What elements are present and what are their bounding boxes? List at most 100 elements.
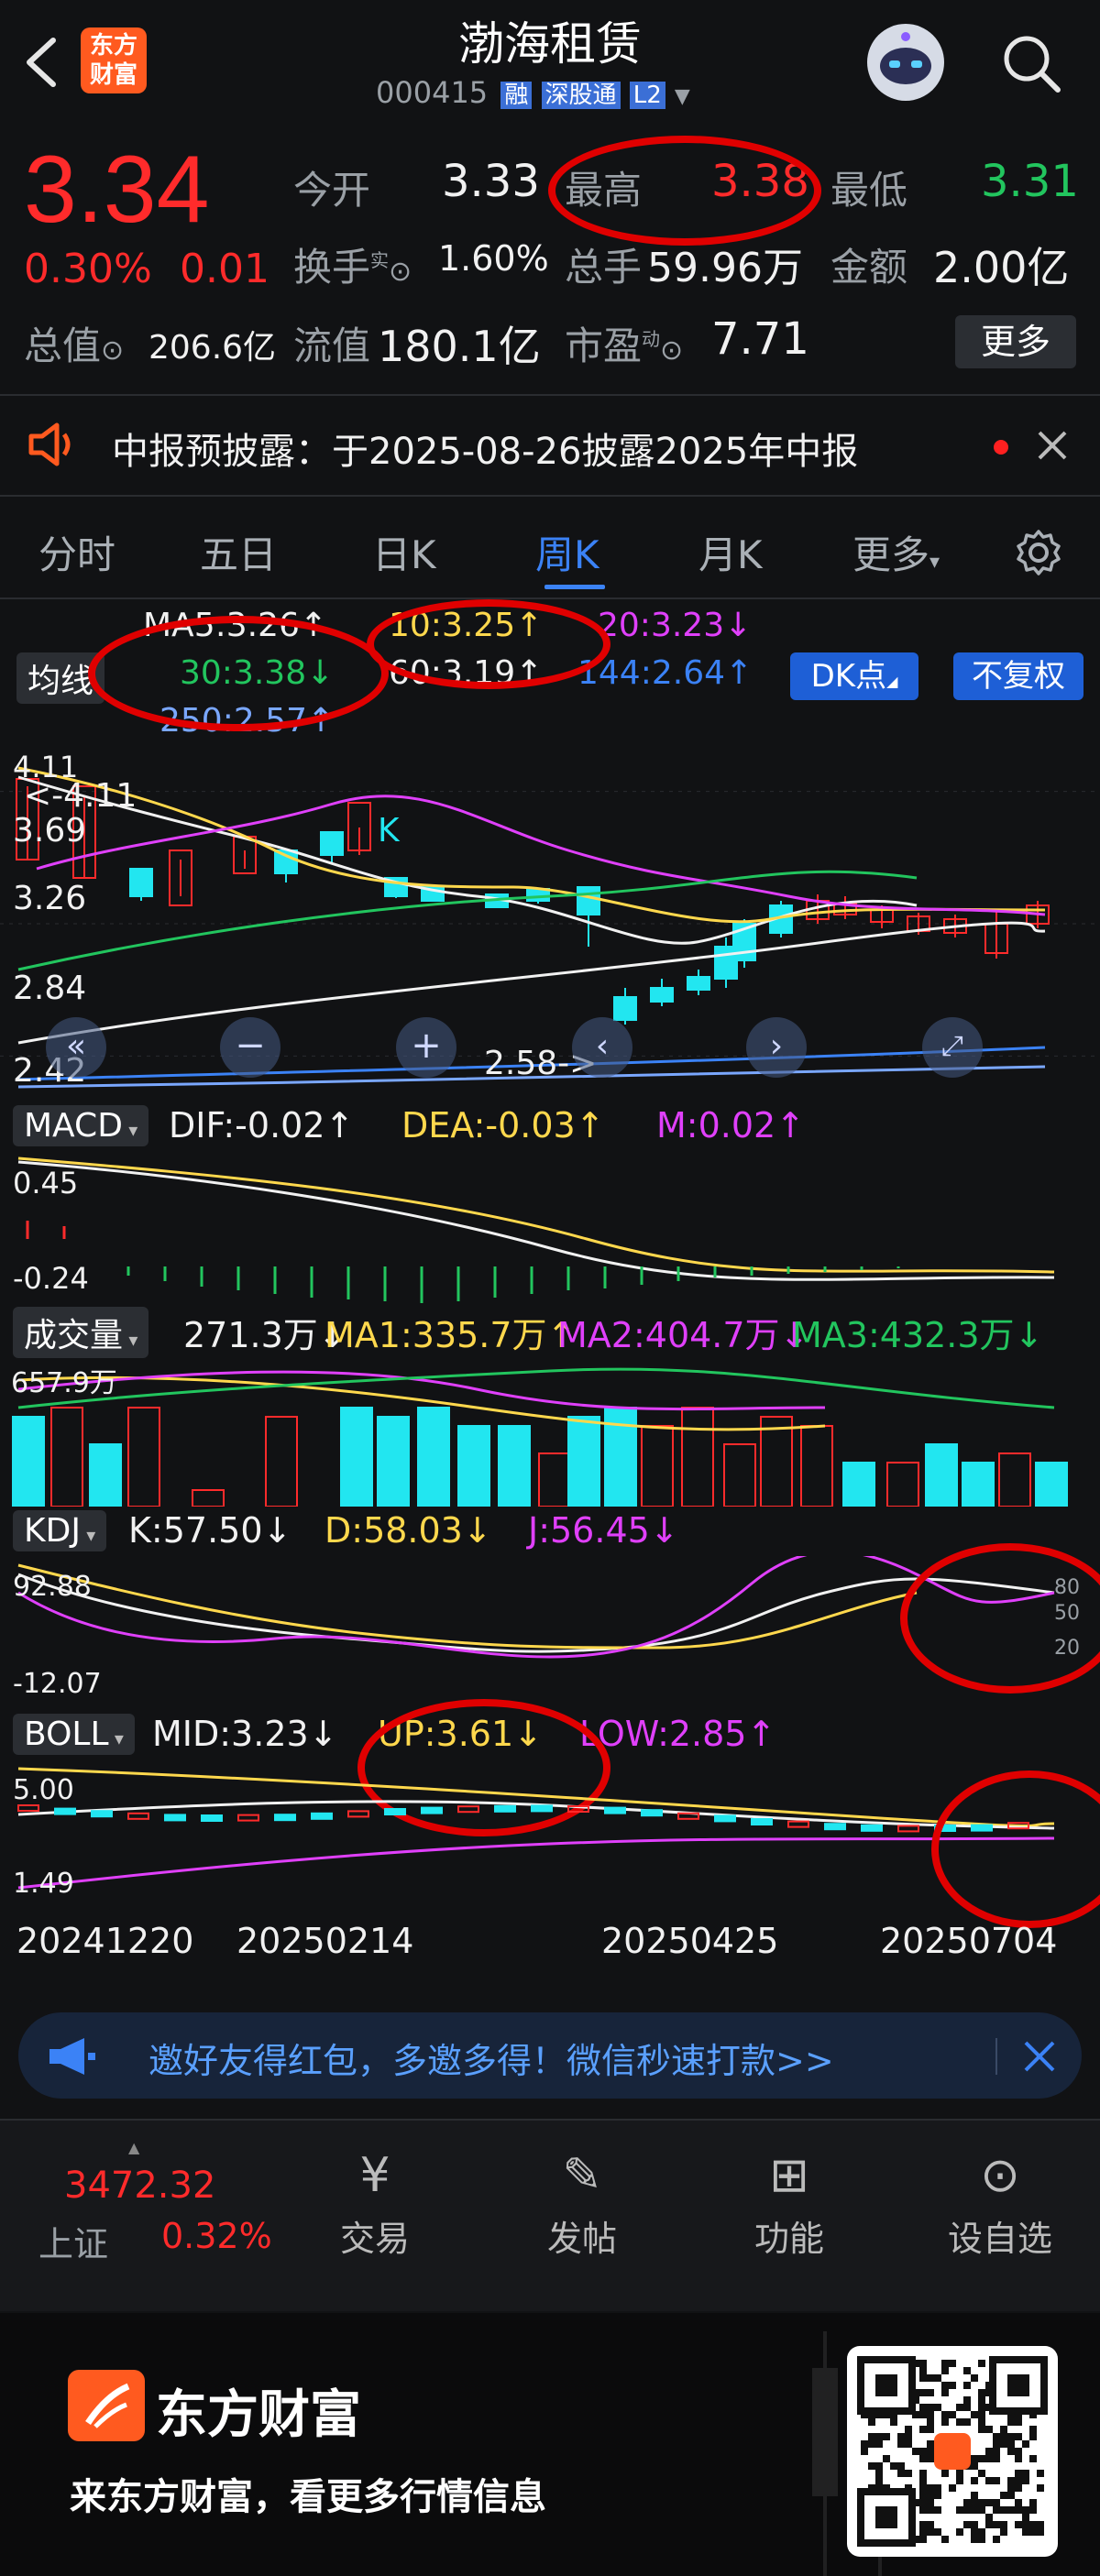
qr-module — [956, 2528, 963, 2536]
tab-weekly-k[interactable]: 周K — [535, 524, 600, 580]
caret-down-icon: ▾ — [123, 1329, 138, 1351]
qr-module — [905, 2440, 912, 2448]
boll-candle — [54, 1807, 76, 1815]
dk-button[interactable]: DK点◢ — [790, 652, 918, 700]
kline-chart[interactable]: 4.11 3.69 3.26 2.84 2.42 <-4.11 2.58-> K… — [0, 750, 1100, 1098]
candle-body — [687, 976, 710, 991]
notice-bar[interactable]: 中报预披露：于2025-08-26披露2025年中报 — [0, 403, 1100, 486]
qr-module — [883, 2455, 890, 2462]
fuquan-button[interactable]: 不复权 — [953, 652, 1084, 700]
volume-label: 总手 — [565, 245, 643, 290]
qr-module — [919, 2389, 927, 2396]
qr-module — [927, 2389, 934, 2396]
ma-line — [17, 921, 1046, 1045]
qr-code[interactable] — [847, 2346, 1058, 2557]
close-icon[interactable] — [1021, 2038, 1058, 2075]
qr-module — [971, 2499, 978, 2506]
tab-monthly-k[interactable]: 月K — [698, 524, 763, 580]
qr-module — [912, 2448, 919, 2455]
top-header: 东方 财富 渤海租赁 000415 融 深股通 L2 ▼ — [0, 0, 1100, 133]
qr-module — [919, 2448, 927, 2455]
volume-bar — [886, 1462, 919, 1507]
qr-module — [1022, 2514, 1029, 2521]
qr-module — [919, 2360, 927, 2367]
index-widget[interactable]: ▲ 3472.32 上证 0.32% — [0, 2121, 275, 2311]
qr-module — [934, 2374, 941, 2382]
kdj-d: D:58.03↓ — [324, 1510, 492, 1551]
qr-module — [993, 2506, 1000, 2514]
qr-module — [934, 2528, 941, 2536]
qr-module — [971, 2477, 978, 2484]
stock-code: 000415 — [376, 75, 489, 110]
badge-sgt: 深股通 — [541, 82, 621, 109]
back-icon[interactable] — [20, 35, 60, 90]
zoom-in-button[interactable]: + — [396, 1017, 456, 1078]
qr-module — [978, 2528, 985, 2536]
promo-divider — [996, 2038, 997, 2075]
qr-module — [985, 2521, 993, 2528]
scroll-left-button[interactable]: « — [46, 1017, 106, 1078]
volume-bar — [127, 1407, 160, 1507]
macd-selector[interactable]: MACD ▾ — [13, 1105, 149, 1146]
settings-gear-icon[interactable] — [1012, 526, 1065, 579]
qr-module — [1015, 2448, 1022, 2455]
volume-bar — [962, 1462, 995, 1507]
qr-module — [919, 2367, 927, 2374]
kdj-selector[interactable]: KDJ ▾ — [13, 1510, 107, 1551]
qr-module — [985, 2426, 993, 2433]
qr-module — [875, 2470, 883, 2477]
volume-bar — [377, 1416, 410, 1507]
tab-five-day[interactable]: 五日 — [200, 524, 277, 580]
nav-add-watchlist[interactable]: ⊙ 设自选 — [931, 2148, 1069, 2286]
volume-ma3: MA3:432.3万↓ — [792, 1315, 1044, 1355]
amount-value: 2.00亿 — [933, 243, 1070, 292]
nav-post[interactable]: ✎ 发帖 — [522, 2148, 642, 2286]
change-value: 0.01 — [180, 246, 270, 292]
qr-module — [971, 2455, 978, 2462]
qr-module — [927, 2404, 934, 2411]
tab-daily-k[interactable]: 日K — [372, 524, 436, 580]
qr-module — [919, 2499, 927, 2506]
high-marker: <-4.11 — [24, 777, 138, 815]
kdj-k: K:57.50↓ — [128, 1510, 292, 1551]
info-icon: ⊙ — [389, 256, 412, 288]
qr-module — [905, 2426, 912, 2433]
qr-module — [949, 2484, 956, 2492]
qr-module — [993, 2499, 1000, 2506]
robot-avatar-icon[interactable] — [867, 24, 944, 101]
qr-module — [956, 2477, 963, 2484]
fullscreen-button[interactable]: ⤢ — [922, 1017, 983, 1078]
more-button[interactable]: 更多 — [955, 315, 1076, 368]
volume-bar — [498, 1425, 531, 1507]
qr-module — [1022, 2506, 1029, 2514]
volume-bar — [12, 1416, 45, 1507]
nav-trade[interactable]: ¥ 交易 — [315, 2148, 434, 2286]
qr-module — [1015, 2418, 1022, 2426]
qr-module — [963, 2418, 971, 2426]
nav-function[interactable]: ⊞ 功能 — [730, 2148, 849, 2286]
float-value: 180.1亿 — [378, 322, 541, 371]
promo-banner[interactable]: 邀好友得红包，多邀多得！微信秒速打款>> — [18, 2012, 1082, 2099]
qr-module — [978, 2389, 985, 2396]
volume-selector[interactable]: 成交量 ▾ — [13, 1307, 149, 1358]
zoom-out-button[interactable]: − — [220, 1017, 280, 1078]
chevron-down-icon[interactable]: ▼ — [675, 85, 690, 108]
volume-bar — [842, 1462, 875, 1507]
search-icon[interactable] — [999, 31, 1063, 95]
volume-bar — [192, 1489, 225, 1507]
tab-more[interactable]: 更多▾ — [852, 524, 940, 580]
last-price: 3.34 — [24, 137, 210, 243]
qr-module — [941, 2382, 949, 2389]
boll-candle — [861, 1824, 883, 1832]
divider — [0, 394, 1100, 396]
next-button[interactable]: › — [746, 1017, 807, 1078]
boll-selector[interactable]: BOLL ▾ — [13, 1714, 135, 1755]
tab-intraday[interactable]: 分时 — [38, 524, 116, 580]
close-icon[interactable] — [1034, 427, 1071, 464]
caret-down-icon: ▾ — [108, 1727, 124, 1749]
prev-button[interactable]: ‹ — [572, 1017, 632, 1078]
candle-body — [650, 987, 674, 1003]
macd-dif: DIF:-0.02↑ — [169, 1105, 355, 1145]
yuan-refresh-icon: ¥ — [359, 2148, 390, 2203]
qr-module — [941, 2418, 949, 2426]
